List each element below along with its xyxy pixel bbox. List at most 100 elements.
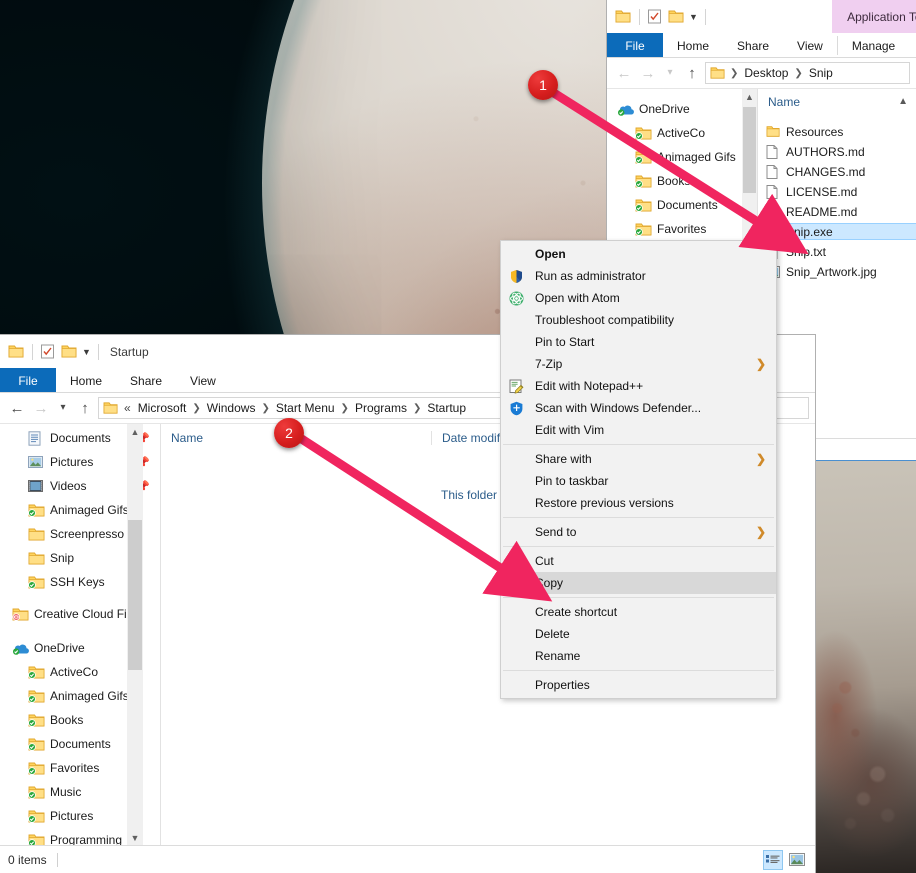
contextual-tab-group-label: Application Tools (847, 9, 916, 24)
tab-view[interactable]: View (783, 33, 837, 58)
chevron-down-icon[interactable]: ▼ (82, 347, 91, 357)
forward-arrow-icon[interactable]: → (30, 397, 52, 419)
file-context-menu[interactable]: Open Run as administrator Open with Atom… (500, 240, 777, 699)
tree-item-activeco[interactable]: ActiveCo (607, 121, 757, 145)
menu-item-troubleshoot-compatibility[interactable]: Troubleshoot compatibility (501, 309, 776, 331)
tab-home[interactable]: Home (56, 368, 116, 393)
up-arrow-icon[interactable]: ↑ (681, 62, 703, 84)
menu-item-delete[interactable]: Delete (501, 623, 776, 645)
folder-sync-icon (28, 737, 50, 751)
menu-item-create-shortcut[interactable]: Create shortcut (501, 601, 776, 623)
folder-icon (766, 125, 786, 138)
recent-locations-icon[interactable]: ▾ (54, 397, 72, 419)
tab-view[interactable]: View (176, 368, 230, 393)
column-header-row[interactable]: Name ▲ (758, 89, 916, 114)
tree-item-onedrive[interactable]: OneDrive (607, 97, 757, 121)
breadcrumb-overflow[interactable]: « (122, 401, 133, 415)
menu-item-pin-to-taskbar[interactable]: Pin to taskbar (501, 470, 776, 492)
menu-item-7-zip[interactable]: 7-Zip ❯ (501, 353, 776, 375)
navigation-pane-scrollbar[interactable]: ▲ ▼ (127, 424, 143, 845)
tree-item-animaged-gifs[interactable]: Animaged Gifs (607, 145, 757, 169)
properties-icon[interactable] (647, 9, 662, 24)
file-row-selected[interactable]: Snip.exe (758, 223, 916, 240)
scroll-up-arrow-icon[interactable]: ▲ (742, 89, 757, 104)
menu-item-cut[interactable]: Cut (501, 550, 776, 572)
breadcrumb-windows[interactable]: Windows (205, 401, 258, 415)
file-row[interactable]: README.md (758, 203, 916, 220)
file-row[interactable]: Snip.txt (758, 243, 916, 260)
up-arrow-icon[interactable]: ↑ (74, 397, 96, 419)
file-row[interactable]: CHANGES.md (758, 163, 916, 180)
scrollbar-thumb[interactable] (128, 520, 142, 670)
breadcrumb-start-menu[interactable]: Start Menu (274, 401, 337, 415)
file-name: Snip.txt (786, 244, 827, 259)
folder-sync-icon (28, 689, 50, 703)
menu-item-edit-with-notepadpp[interactable]: Edit with Notepad++ (501, 375, 776, 397)
address-folder-icon (103, 401, 119, 415)
new-folder-icon[interactable] (668, 9, 685, 24)
tree-item-label: SSH Keys (50, 575, 105, 589)
back-arrow-icon[interactable]: ← (6, 397, 28, 419)
scrollbar-thumb[interactable] (743, 107, 756, 193)
menu-item-copy[interactable]: Copy (501, 572, 776, 594)
onedrive-icon (12, 642, 34, 655)
address-bar[interactable]: ❯ Desktop ❯ Snip (705, 62, 910, 84)
title-bar[interactable]: ▼ Application Tools (607, 0, 916, 33)
tree-item-label: OneDrive (639, 102, 690, 116)
menu-item-send-to[interactable]: Send to ❯ (501, 521, 776, 543)
tab-file[interactable]: File (607, 33, 663, 58)
menu-item-run-as-administrator[interactable]: Run as administrator (501, 265, 776, 287)
chevron-down-icon[interactable]: ▼ (689, 12, 698, 22)
forward-arrow-icon[interactable]: → (637, 62, 659, 84)
tree-item-favorites[interactable]: Favorites (607, 217, 757, 241)
breadcrumb-startup[interactable]: Startup (425, 401, 468, 415)
menu-item-share-with[interactable]: Share with ❯ (501, 448, 776, 470)
breadcrumb-separator-4: ❯ (412, 402, 422, 414)
menu-item-edit-with-vim[interactable]: Edit with Vim (501, 419, 776, 441)
new-folder-icon[interactable] (61, 344, 78, 359)
breadcrumb-snip[interactable]: Snip (807, 66, 835, 80)
tab-home[interactable]: Home (663, 33, 723, 58)
scroll-down-arrow-icon[interactable]: ▼ (127, 830, 143, 845)
menu-item-open[interactable]: Open (501, 243, 776, 265)
file-row[interactable]: AUTHORS.md (758, 143, 916, 160)
breadcrumb-microsoft[interactable]: Microsoft (136, 401, 189, 415)
ribbon-tab-strip[interactable]: File Home Share View Manage (607, 33, 916, 58)
navigation-pane[interactable]: Documents 📌 Pictures 📌 Videos 📌 Animaged… (0, 424, 160, 845)
tab-share[interactable]: Share (116, 368, 176, 393)
file-name: AUTHORS.md (786, 144, 865, 159)
contextual-tab-group-application-tools: Application Tools (832, 0, 916, 33)
file-row[interactable]: Resources (758, 123, 916, 140)
recent-locations-icon[interactable]: ▾ (661, 62, 679, 84)
details-view-button[interactable] (763, 849, 783, 870)
tab-share[interactable]: Share (723, 33, 783, 58)
document-icon (766, 184, 786, 199)
menu-item-properties[interactable]: Properties (501, 674, 776, 696)
document-icon (766, 144, 786, 159)
tab-manage[interactable]: Manage (838, 33, 909, 58)
tree-item-label: ActiveCo (657, 126, 706, 140)
tree-item-documents[interactable]: Documents (607, 193, 757, 217)
file-row[interactable]: Snip_Artwork.jpg (758, 263, 916, 280)
menu-item-restore-previous-versions[interactable]: Restore previous versions (501, 492, 776, 514)
tab-file[interactable]: File (0, 368, 56, 393)
menu-item-open-with-atom[interactable]: Open with Atom (501, 287, 776, 309)
file-row[interactable]: LICENSE.md (758, 183, 916, 200)
menu-item-rename[interactable]: Rename (501, 645, 776, 667)
menu-item-scan-with-windows-defender[interactable]: Scan with Windows Defender... (501, 397, 776, 419)
folder-icon (28, 551, 50, 565)
back-arrow-icon[interactable]: ← (613, 62, 635, 84)
folder-icon[interactable] (615, 9, 632, 24)
breadcrumb-desktop[interactable]: Desktop (742, 66, 790, 80)
navigation-bar[interactable]: ← → ▾ ↑ ❯ Desktop ❯ Snip (607, 58, 916, 88)
folder-icon[interactable] (8, 344, 25, 359)
menu-item-pin-to-start[interactable]: Pin to Start (501, 331, 776, 353)
breadcrumb-programs[interactable]: Programs (353, 401, 409, 415)
column-header-name[interactable]: Name (758, 95, 898, 109)
creative-cloud-icon (12, 607, 34, 621)
properties-icon[interactable] (40, 344, 55, 359)
file-name: Resources (786, 124, 844, 139)
large-icons-view-button[interactable] (787, 850, 807, 870)
tree-item-books[interactable]: Books (607, 169, 757, 193)
scroll-up-arrow-icon[interactable]: ▲ (127, 424, 143, 439)
